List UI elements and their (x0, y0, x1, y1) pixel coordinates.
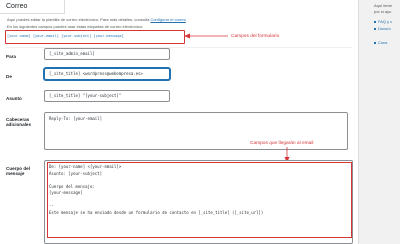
configure-mail-link[interactable]: Configurar el correo (150, 17, 185, 22)
mail-tags-intro: En los siguientes campos puedes usar est… (7, 24, 144, 29)
body-label-line2: mensaje (6, 171, 25, 176)
subject-field[interactable]: [_site_title] "[your-subject]" (44, 90, 170, 102)
email-fields-highlight (47, 162, 352, 238)
annotation-email-fields: Campos que llegarán al email (250, 141, 314, 146)
annotation-form-fields: Campos del formulario (231, 34, 280, 39)
to-field[interactable]: [_site_admin_email] (44, 48, 170, 60)
help-intro-line1: Aquí tiene (374, 3, 393, 8)
headers-label-line2: adicionales (6, 122, 32, 127)
subject-label: Asunto (6, 96, 22, 101)
mail-panel: Correo Aquí puedes editar la plantilla d… (0, 0, 359, 244)
annotation-arrow-icon (184, 33, 228, 39)
help-sidebar: Aquí tiene por si ayu FAQ y c Docum Cons (374, 0, 400, 244)
bullet-icon (374, 28, 376, 30)
help-link-faq[interactable]: FAQ y c (378, 19, 392, 24)
help-link-docs[interactable]: Docum (378, 26, 391, 31)
bullet-icon (374, 42, 376, 44)
headers-value: Reply-To: [your-email] (49, 116, 102, 121)
to-label: Para (6, 54, 16, 59)
mail-info-line1: Aquí puedes editar la plantilla de corre… (7, 17, 150, 22)
from-label: De (6, 74, 12, 79)
help-link-extra[interactable]: Cons (378, 40, 387, 45)
body-label: Cuerpo del mensaje (6, 166, 30, 176)
headers-label: Cabeceras adicionales (6, 117, 31, 127)
mail-tags[interactable]: [your-name] [your-email] [your-subject] … (7, 34, 124, 38)
from-field[interactable]: [_site_title] <wordpress@webempresa.es> (44, 68, 170, 80)
help-intro-line2: por si ayu (374, 9, 392, 14)
tab-correo[interactable]: Correo (0, 0, 65, 14)
bullet-icon (374, 21, 376, 23)
mail-info-text: Aquí puedes editar la plantilla de corre… (7, 17, 186, 22)
